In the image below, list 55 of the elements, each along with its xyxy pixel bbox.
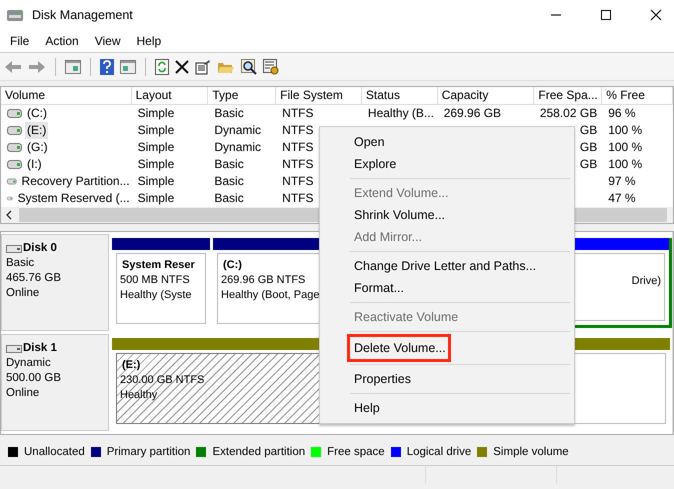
legend-label: Logical drive (406, 446, 472, 458)
disk-name: Disk 1 (23, 341, 57, 356)
partition-name: System Reser (121, 258, 195, 273)
table-cell: 100 % (608, 156, 642, 173)
table-cell: 269.96 GB (444, 105, 502, 122)
table-cell: 100 % (608, 139, 642, 156)
disk-type: Basic (6, 256, 36, 271)
table-cell: 97 % (608, 173, 636, 190)
legend-label: Unallocated (24, 446, 85, 458)
table-cell: 100 % (608, 122, 642, 139)
table-cell: NTFS (282, 105, 314, 122)
table-cell: Basic (214, 190, 244, 207)
table-cell: Basic (214, 105, 244, 122)
table-cell: NTFS (282, 122, 314, 139)
partition-info: 230.00 GB NTFS (120, 373, 204, 388)
table-cell: 96 % (608, 105, 636, 122)
disk-size: 465.76 GB (6, 271, 62, 286)
table-cell: Healthy (B... (368, 105, 434, 122)
disk-type: Dynamic (6, 356, 52, 371)
table-cell: GB (580, 156, 598, 173)
table-cell: 47 % (608, 190, 636, 207)
table-cell: Dynamic (214, 139, 262, 156)
table-cell: Simple (138, 173, 174, 190)
partition-info: Healthy (Boot, Page (221, 288, 320, 303)
partition-info: 269.96 GB NTFS (221, 273, 306, 288)
disk-status: Online (6, 386, 40, 401)
disk-status: Online (6, 286, 40, 301)
legend-label: Simple volume (493, 446, 569, 458)
table-cell: Simple (138, 122, 174, 139)
partition-info: Healthy (120, 388, 158, 403)
table-cell: Simple (138, 105, 174, 122)
legend-label: Free space (327, 446, 385, 458)
partition-name: (E:) (121, 358, 140, 373)
table-cell: NTFS (282, 190, 314, 207)
table-cell: Basic (214, 173, 244, 190)
legend-label: Extended partition (212, 446, 306, 458)
table-cell: NTFS (282, 139, 314, 156)
legend-label: Primary partition (106, 446, 190, 458)
disk-name: Disk 0 (23, 241, 57, 256)
disk-size: 500.00 GB (6, 371, 62, 386)
window-title: Disk Management (32, 8, 133, 22)
partition-info: 500 MB NTFS (120, 273, 190, 288)
table-cell: Simple (138, 139, 174, 156)
table-cell: Dynamic (214, 122, 262, 139)
table-cell: Simple (138, 190, 174, 207)
partition-info: Healthy (Syste (120, 288, 192, 303)
table-cell: 258.02 GB (540, 105, 598, 122)
partition-name: (C:) (222, 258, 242, 273)
table-cell: GB (580, 122, 598, 139)
table-cell: Simple (138, 156, 174, 173)
table-cell: NTFS (282, 156, 314, 173)
table-cell: NTFS (282, 173, 314, 190)
partition-info: Drive) (632, 274, 661, 289)
table-cell: Basic (214, 156, 244, 173)
table-cell: GB (580, 139, 598, 156)
